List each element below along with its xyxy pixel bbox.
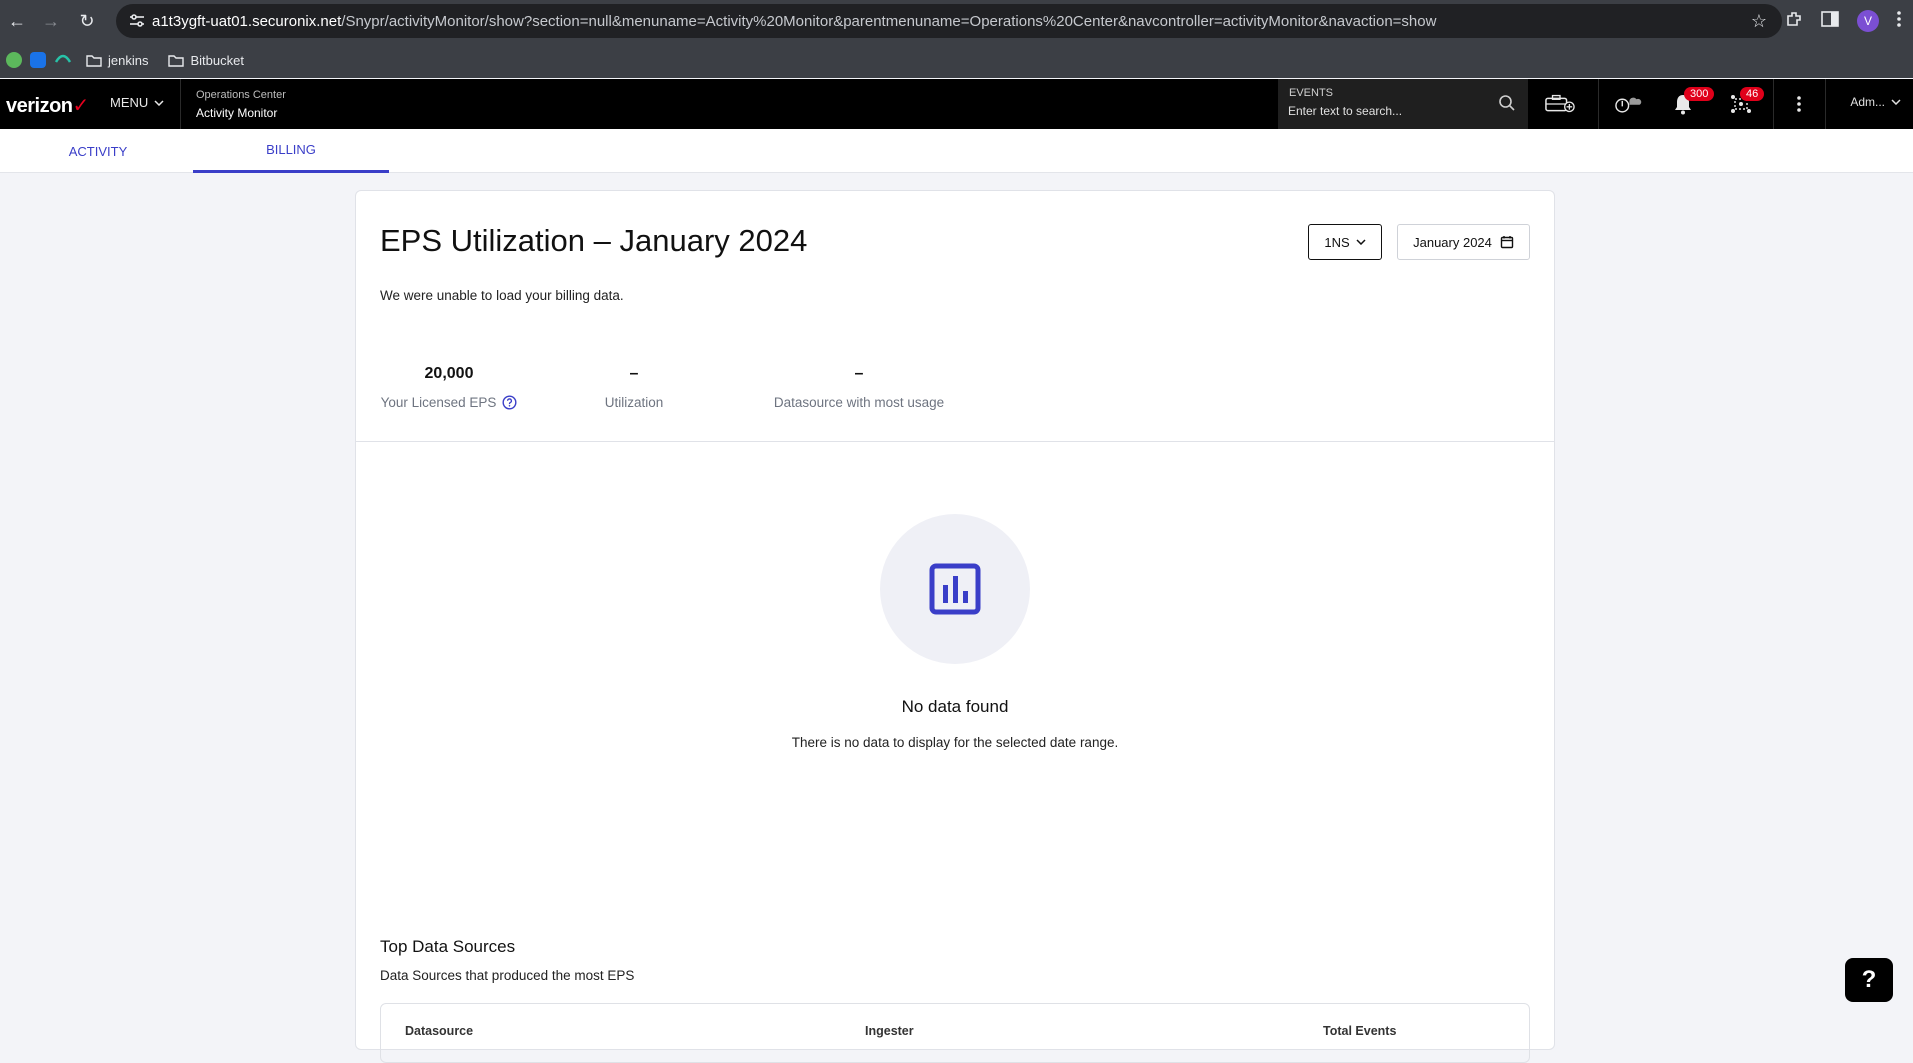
month-picker[interactable]: January 2024 xyxy=(1397,224,1530,260)
column-header-total-events[interactable]: Total Events xyxy=(1323,1024,1396,1038)
notifications-badge: 300 xyxy=(1684,87,1715,101)
bookmark-star-icon[interactable]: ☆ xyxy=(1744,11,1774,32)
help-button[interactable]: ? xyxy=(1845,958,1893,1002)
top-sources-table: Datasource Ingester Total Events xyxy=(380,1003,1530,1063)
chevron-down-icon xyxy=(1356,239,1366,245)
browser-toolbar: ← → ↻ a1t3ygft-uat01.securonix.net/Snypr… xyxy=(0,0,1913,42)
divider xyxy=(180,79,181,129)
divider xyxy=(1825,79,1826,129)
more-options-icon[interactable] xyxy=(1784,91,1814,117)
top-sources-title: Top Data Sources xyxy=(380,937,516,956)
stat-label: Utilization xyxy=(604,395,664,410)
side-panel-icon[interactable] xyxy=(1821,10,1839,32)
extensions-icon[interactable] xyxy=(1785,10,1803,33)
month-picker-value: January 2024 xyxy=(1413,234,1492,250)
page-tabs: ACTIVITY BILLING xyxy=(0,129,1913,173)
chevron-down-icon xyxy=(1891,99,1901,105)
bookmark-favicon-icon[interactable] xyxy=(54,51,72,69)
back-icon[interactable]: ← xyxy=(4,8,30,34)
network-alerts-icon[interactable]: 46 xyxy=(1726,87,1765,117)
site-settings-icon[interactable] xyxy=(122,14,152,28)
user-label: Adm... xyxy=(1850,95,1885,109)
bookmark-label: Bitbucket xyxy=(190,52,244,68)
calendar-icon xyxy=(1500,236,1514,249)
stat-licensed-eps: 20,000 Your Licensed EPS xyxy=(380,365,518,410)
verizon-logo[interactable]: verizon✓ xyxy=(6,93,89,118)
bookmarks-bar: jenkins Bitbucket xyxy=(0,42,1913,78)
url-host: a1t3ygft-uat01.securonix.net xyxy=(152,12,342,30)
stat-utilization: – Utilization xyxy=(600,365,668,410)
billing-card: EPS Utilization – January 2024 1NS Janua… xyxy=(355,190,1555,1063)
logo-text: verizon xyxy=(6,95,73,117)
alerts-badge: 46 xyxy=(1740,87,1765,101)
stat-label-text: Your Licensed EPS xyxy=(380,395,497,410)
divider xyxy=(1598,79,1599,129)
stat-top-datasource: – Datasource with most usage xyxy=(769,365,949,410)
folder-icon xyxy=(168,54,185,67)
top-sources-subtitle: Data Sources that produced the most EPS xyxy=(380,968,635,983)
bookmark-bitbucket[interactable]: Bitbucket xyxy=(162,53,249,68)
column-header-ingester[interactable]: Ingester xyxy=(865,1024,914,1038)
stat-value: – xyxy=(854,365,864,382)
notifications-bell-icon[interactable]: 300 xyxy=(1668,87,1715,117)
tab-activity[interactable]: ACTIVITY xyxy=(0,129,196,173)
search-input[interactable] xyxy=(1288,102,1488,120)
page-title: Activity Monitor xyxy=(196,106,278,120)
browser-menu-icon[interactable] xyxy=(1897,10,1901,32)
tenant-select-value: 1NS xyxy=(1324,234,1350,250)
search-label: EVENTS xyxy=(1289,87,1334,99)
divider xyxy=(1773,79,1774,129)
bookmark-jenkins[interactable]: jenkins xyxy=(80,53,154,68)
stat-label: Datasource with most usage xyxy=(773,395,945,410)
folder-icon xyxy=(86,54,102,67)
menu-button[interactable]: MENU xyxy=(110,95,164,110)
tab-billing[interactable]: BILLING xyxy=(193,129,389,173)
url-text: a1t3ygft-uat01.securonix.net/Snypr/activ… xyxy=(152,13,1744,30)
bookmark-favicon-icon[interactable] xyxy=(30,52,46,68)
breadcrumb-parent: Operations Center xyxy=(196,89,286,101)
url-path: /Snypr/activityMonitor/show?section=null… xyxy=(341,12,1437,30)
stat-label: Your Licensed EPS xyxy=(380,395,518,410)
menu-label: MENU xyxy=(110,95,149,110)
divider xyxy=(356,441,1554,442)
profile-avatar[interactable]: V xyxy=(1857,10,1879,32)
empty-state-title: No data found xyxy=(901,697,1009,716)
chevron-down-icon xyxy=(154,99,164,106)
empty-state-illustration xyxy=(880,514,1030,664)
cloud-connector-icon[interactable] xyxy=(1612,91,1642,117)
forward-icon[interactable]: → xyxy=(38,8,64,34)
error-message: We were unable to load your billing data… xyxy=(380,288,624,303)
address-bar[interactable]: a1t3ygft-uat01.securonix.net/Snypr/activ… xyxy=(116,4,1782,38)
empty-state-subtitle: There is no data to display for the sele… xyxy=(791,735,1119,750)
stat-value: – xyxy=(629,365,639,382)
search-icon[interactable] xyxy=(1498,94,1516,117)
stat-value: 20,000 xyxy=(424,365,474,382)
events-search: EVENTS xyxy=(1278,79,1528,129)
bookmark-favicon-icon[interactable] xyxy=(6,52,22,68)
reload-icon[interactable]: ↻ xyxy=(74,8,100,34)
case-add-icon[interactable] xyxy=(1545,91,1575,117)
bar-chart-icon xyxy=(929,563,981,615)
logo-check-icon: ✓ xyxy=(72,95,90,117)
billing-title: EPS Utilization – January 2024 xyxy=(380,223,808,258)
bookmark-label: jenkins xyxy=(108,52,149,68)
user-menu[interactable]: Adm... xyxy=(1850,95,1901,109)
help-circle-icon[interactable] xyxy=(502,395,517,410)
column-header-datasource[interactable]: Datasource xyxy=(405,1024,473,1038)
tenant-select[interactable]: 1NS xyxy=(1308,224,1382,260)
app-header: verizon✓ MENU Operations Center Activity… xyxy=(0,79,1913,129)
